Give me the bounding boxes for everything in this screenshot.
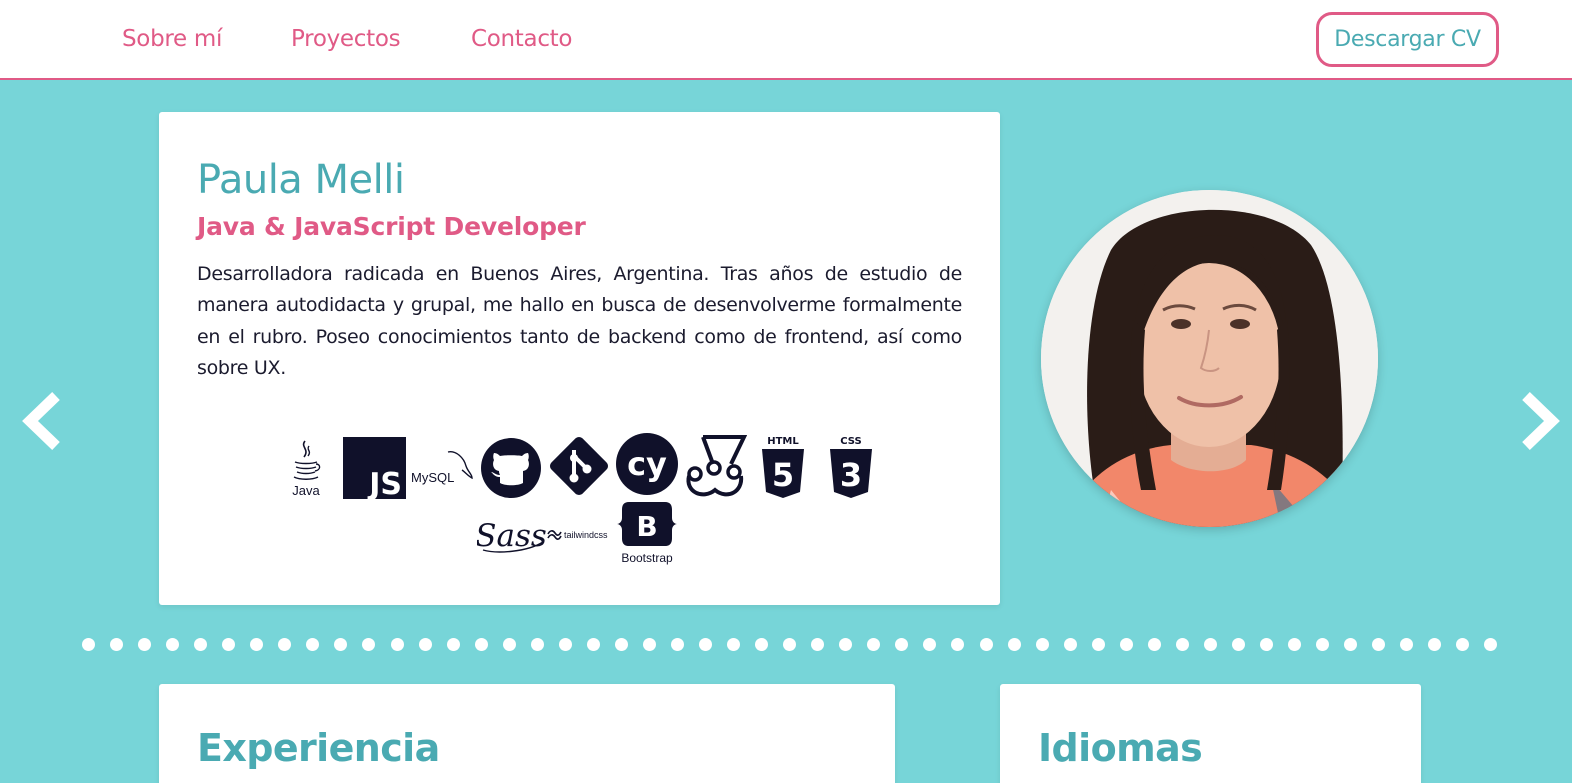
svg-text:tailwindcss: tailwindcss <box>564 530 608 540</box>
divider-dot <box>558 637 572 651</box>
divider-dot <box>1231 637 1245 651</box>
divider-dot <box>1119 637 1133 651</box>
divider-dot <box>1344 637 1358 651</box>
languages-card: Idiomas <box>1000 684 1421 783</box>
divider-dot <box>222 637 236 651</box>
divider-dot <box>250 637 264 651</box>
svg-text:MySQL: MySQL <box>411 470 454 485</box>
profile-role: Java & JavaScript Developer <box>197 212 586 241</box>
divider-dot <box>1035 637 1049 651</box>
divider-dot <box>923 637 937 651</box>
divider-dot <box>390 637 404 651</box>
divider-dot <box>1063 637 1077 651</box>
sass-logo-icon: Sass <box>477 506 547 558</box>
divider-dot <box>839 637 853 651</box>
profile-card: Paula Melli Java & JavaScript Developer … <box>159 112 1000 605</box>
languages-title: Idiomas <box>1038 726 1203 770</box>
svg-text:JS: JS <box>367 467 402 499</box>
divider-dot <box>895 637 909 651</box>
html5-logo-icon: HTML 5 <box>760 434 806 500</box>
java-logo-icon: Java <box>286 437 326 499</box>
svg-text:CSS: CSS <box>840 436 861 447</box>
divider-dot <box>1203 637 1217 651</box>
divider-dot <box>502 637 516 651</box>
nav-link-proyectos[interactable]: Proyectos <box>291 26 401 52</box>
svg-text:Sass: Sass <box>477 518 547 554</box>
svg-text:cy: cy <box>627 445 667 483</box>
svg-text:HTML: HTML <box>767 436 799 447</box>
download-cv-button[interactable]: Descargar CV <box>1316 12 1499 67</box>
experience-card: Experiencia <box>159 684 895 783</box>
svg-text:5: 5 <box>772 456 794 494</box>
divider-dot <box>1259 637 1273 651</box>
svg-text:Java: Java <box>292 483 320 498</box>
divider-dot <box>474 637 488 651</box>
git-logo-icon <box>547 434 611 498</box>
divider-dot <box>446 637 460 651</box>
divider-dot <box>110 637 124 651</box>
carousel-next-arrow-icon[interactable] <box>1514 388 1564 454</box>
svg-text:3: 3 <box>840 456 862 494</box>
divider-dot <box>1456 637 1470 651</box>
divider-dot <box>979 637 993 651</box>
github-logo-icon <box>480 437 542 499</box>
divider-dot <box>951 637 965 651</box>
divider-dot <box>1288 637 1302 651</box>
mysql-logo-icon: MySQL <box>410 448 474 488</box>
divider-dot <box>194 637 208 651</box>
divider-dot <box>811 637 825 651</box>
bootstrap-logo-icon: B Bootstrap <box>615 500 679 566</box>
divider-dot <box>306 637 320 651</box>
divider-dot <box>1147 637 1161 651</box>
divider-dot <box>1400 637 1414 651</box>
svg-text:Bootstrap: Bootstrap <box>621 551 673 565</box>
divider-dot <box>1316 637 1330 651</box>
divider-dot <box>783 637 797 651</box>
tailwind-logo-icon: tailwindcss <box>547 524 615 544</box>
nav-link-contacto[interactable]: Contacto <box>471 26 572 52</box>
divider-dot <box>82 637 95 651</box>
divider-dot <box>166 637 180 651</box>
divider-dot <box>867 637 881 651</box>
divider-dot <box>530 637 544 651</box>
divider-dot <box>670 637 684 651</box>
nav-link-sobre-mi[interactable]: Sobre mí <box>122 26 222 52</box>
profile-bio: Desarrolladora radicada en Buenos Aires,… <box>197 263 962 379</box>
divider-dot <box>1484 637 1498 651</box>
divider-dot <box>642 637 656 651</box>
experience-title: Experiencia <box>197 726 440 770</box>
dotted-divider <box>82 637 1498 651</box>
divider-dot <box>614 637 628 651</box>
divider-dot <box>1428 637 1442 651</box>
cypress-logo-icon: cy <box>615 432 679 496</box>
profile-name: Paula Melli <box>197 157 405 203</box>
divider-dot <box>278 637 292 651</box>
divider-dot <box>138 637 152 651</box>
top-navbar: Sobre mí Proyectos Contacto Descargar CV <box>0 0 1572 80</box>
css3-logo-icon: CSS 3 <box>828 434 874 500</box>
divider-dot <box>362 637 376 651</box>
divider-dot <box>586 637 600 651</box>
divider-dot <box>418 637 432 651</box>
profile-photo <box>1041 190 1378 527</box>
jest-logo-icon <box>683 434 747 500</box>
divider-dot <box>699 637 713 651</box>
svg-text:B: B <box>636 510 657 543</box>
carousel-prev-arrow-icon[interactable] <box>18 388 68 454</box>
divider-dot <box>1175 637 1189 651</box>
javascript-logo-icon: JS <box>343 437 406 499</box>
divider-dot <box>1091 637 1105 651</box>
divider-dot <box>334 637 348 651</box>
divider-dot <box>755 637 769 651</box>
divider-dot <box>1007 637 1021 651</box>
divider-dot <box>727 637 741 651</box>
divider-dot <box>1372 637 1386 651</box>
